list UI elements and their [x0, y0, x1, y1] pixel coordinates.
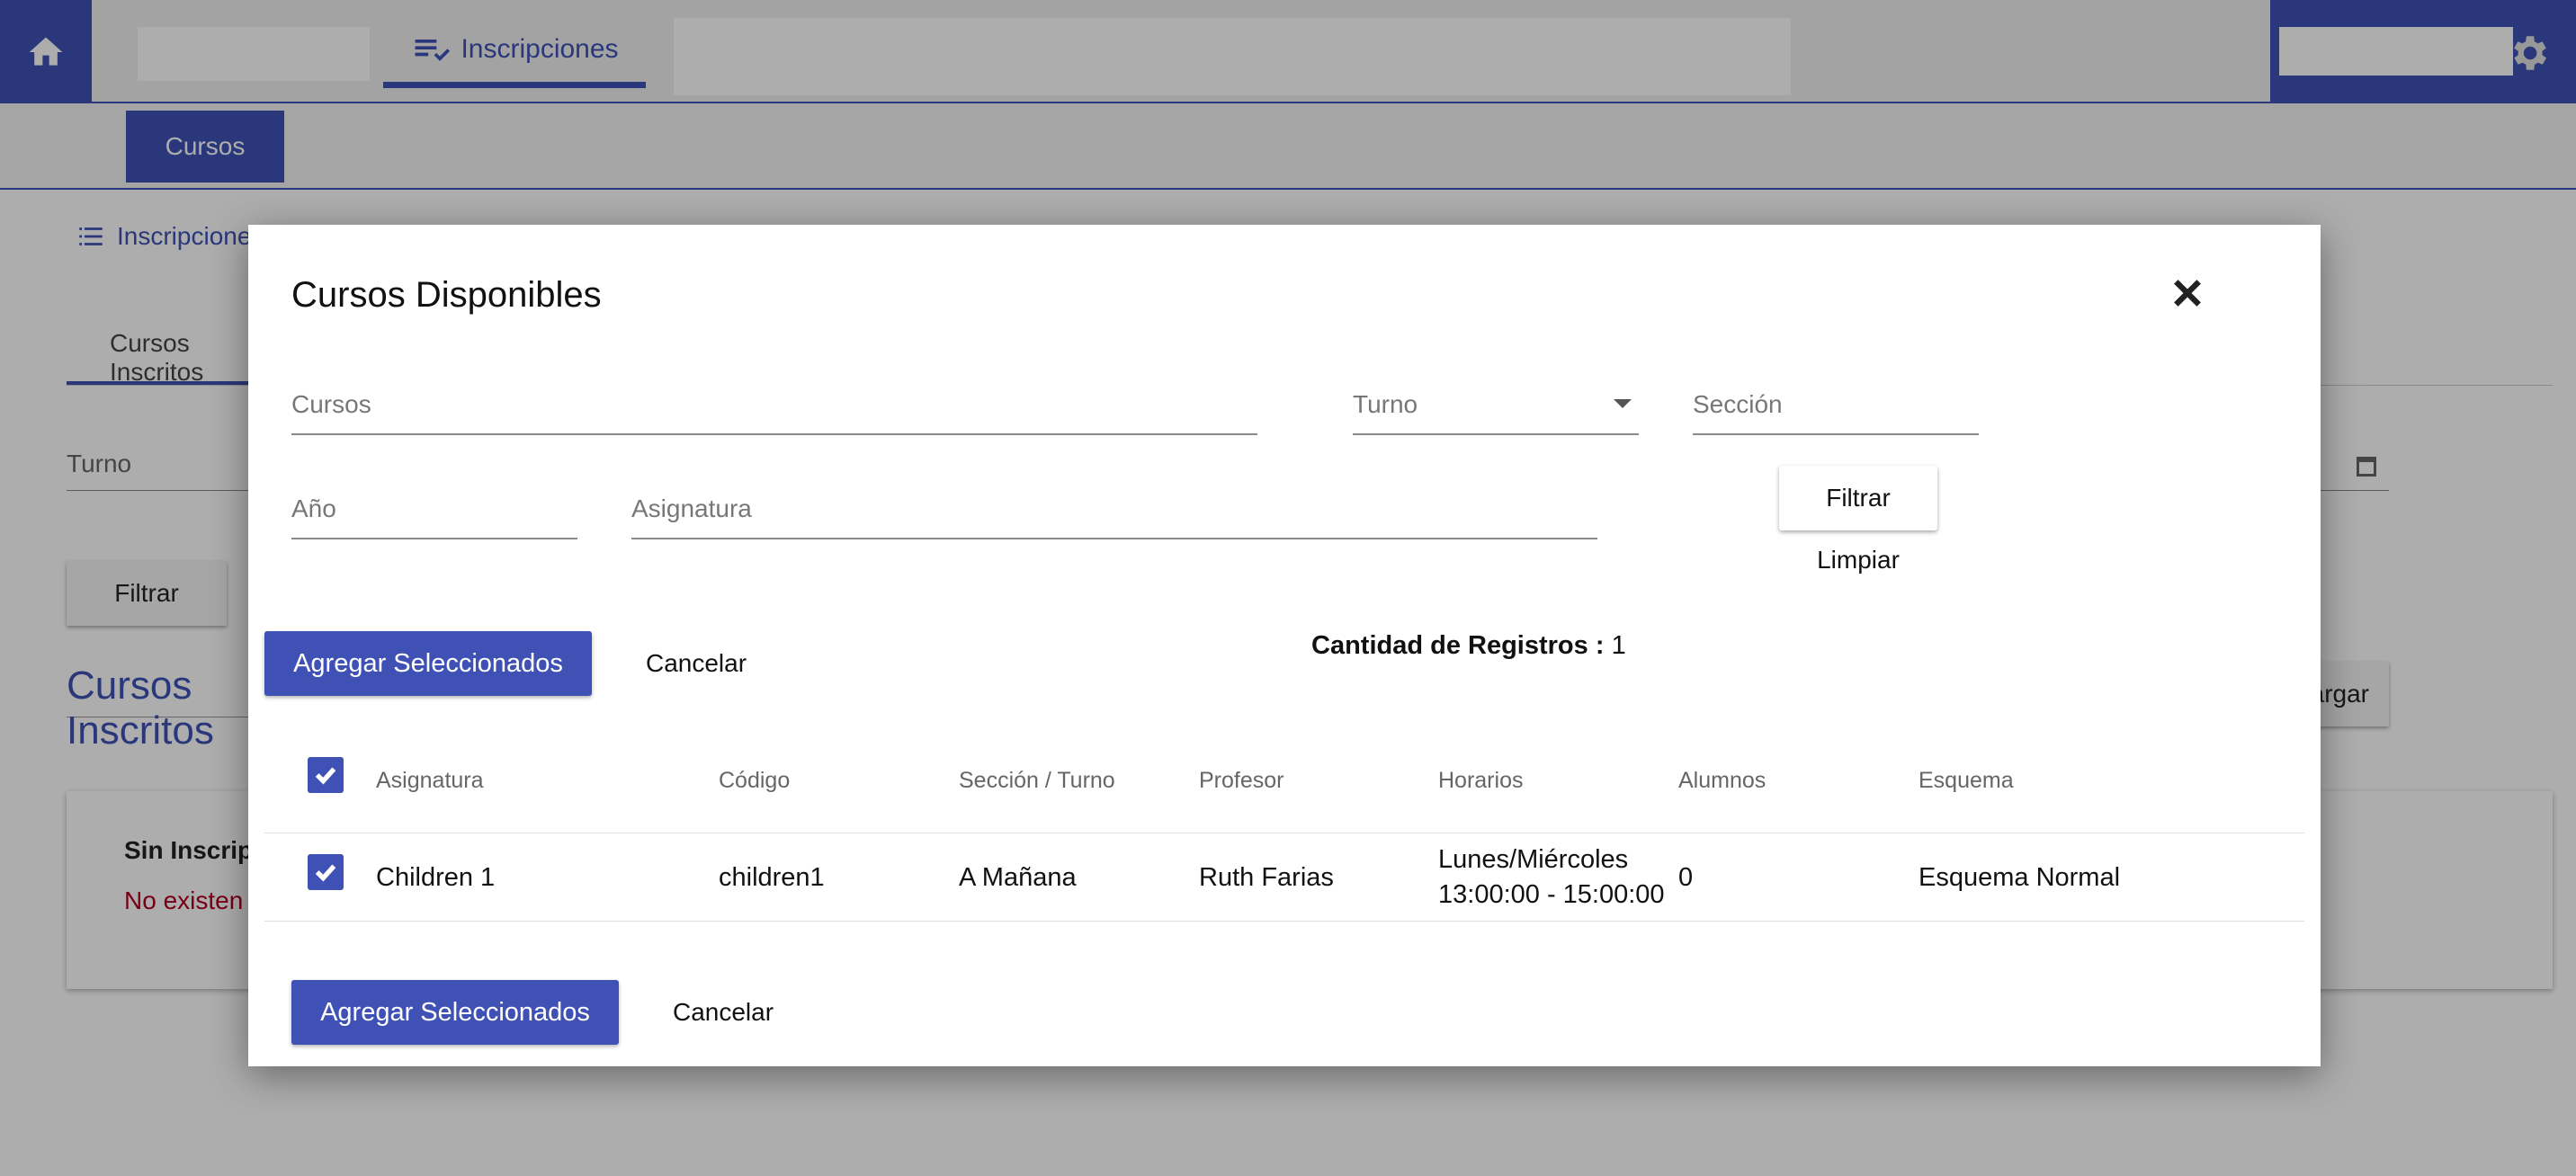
turno-select[interactable]: Turno: [1353, 387, 1639, 435]
close-icon: [2174, 280, 2201, 307]
header-codigo[interactable]: Código: [719, 768, 790, 794]
cancel-button-top[interactable]: Cancelar: [613, 631, 779, 696]
asignatura-field[interactable]: Asignatura: [631, 491, 1597, 539]
dropdown-arrow-icon: [1614, 399, 1632, 408]
select-all-checkbox[interactable]: [308, 757, 344, 793]
check-icon: [315, 767, 336, 785]
clear-button[interactable]: Limpiar: [1779, 536, 1937, 584]
add-selected-button-top[interactable]: Agregar Seleccionados: [264, 631, 592, 696]
cell-esquema: Esquema Normal: [1919, 863, 2121, 892]
anio-field-label: Año: [291, 494, 336, 522]
header-asignatura[interactable]: Asignatura: [376, 768, 484, 794]
cell-horario-dias: Lunes/Miércoles: [1438, 845, 1629, 874]
record-count-value: 1: [1611, 631, 1626, 660]
seccion-field-label: Sección: [1693, 390, 1783, 418]
asignatura-field-label: Asignatura: [631, 494, 752, 522]
filter-button[interactable]: Filtrar: [1779, 466, 1937, 530]
check-icon: [315, 864, 336, 882]
header-esquema[interactable]: Esquema: [1919, 768, 2014, 794]
available-courses-dialog: Cursos Disponibles Cursos Turno Sección …: [248, 225, 2321, 1066]
cursos-field-label: Cursos: [291, 390, 371, 418]
row-divider: [264, 921, 2304, 922]
anio-field[interactable]: Año: [291, 491, 577, 539]
cell-profesor: Ruth Farias: [1199, 863, 1334, 892]
row-checkbox[interactable]: [308, 854, 344, 890]
cell-horario-horas: 13:00:00 - 15:00:00: [1438, 880, 1665, 909]
add-selected-button-bottom[interactable]: Agregar Seleccionados: [291, 980, 619, 1045]
cell-seccion-turno: A Mañana: [959, 863, 1077, 892]
cell-asignatura: Children 1: [376, 863, 496, 892]
cursos-field[interactable]: Cursos: [291, 387, 1257, 435]
record-count-label: Cantidad de Registros :: [1311, 631, 1605, 660]
header-seccion-turno[interactable]: Sección / Turno: [959, 768, 1115, 794]
header-profesor[interactable]: Profesor: [1199, 768, 1284, 794]
header-alumnos[interactable]: Alumnos: [1678, 768, 1766, 794]
seccion-field[interactable]: Sección: [1693, 387, 1979, 435]
record-count: Cantidad de Registros : 1: [1311, 631, 1626, 661]
header-horarios[interactable]: Horarios: [1438, 768, 1523, 794]
cancel-button-bottom[interactable]: Cancelar: [640, 980, 806, 1045]
cell-codigo: children1: [719, 863, 825, 892]
turno-select-label: Turno: [1353, 390, 1418, 418]
dialog-title: Cursos Disponibles: [291, 275, 602, 315]
cell-alumnos: 0: [1678, 863, 1694, 892]
close-button[interactable]: [2160, 266, 2214, 320]
